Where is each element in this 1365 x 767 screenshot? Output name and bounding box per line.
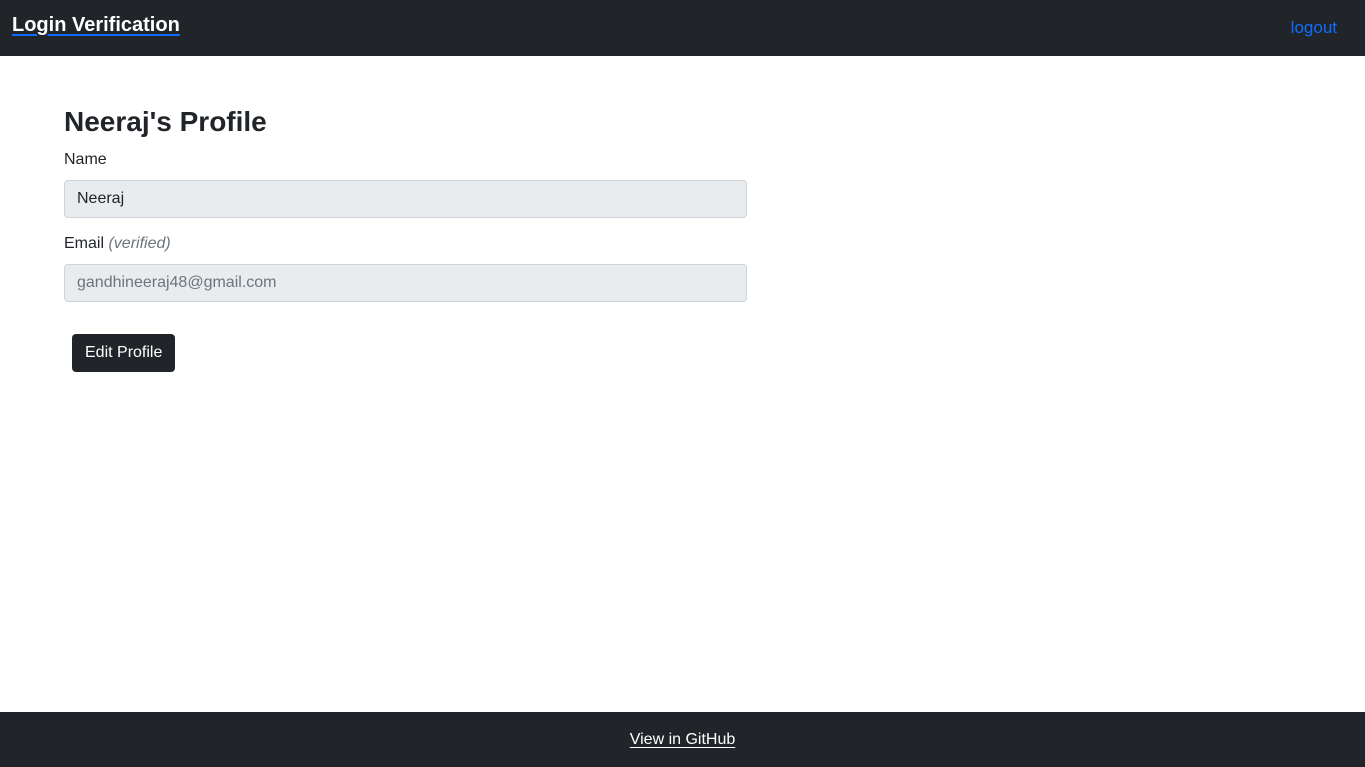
email-label: Email (verified)	[64, 234, 747, 254]
name-label: Name	[64, 150, 747, 170]
email-verified-note: (verified)	[108, 235, 171, 252]
name-field[interactable]	[64, 180, 747, 218]
page-title: Neeraj's Profile	[64, 106, 267, 137]
footer: View in GitHub	[0, 712, 1365, 767]
github-link[interactable]: View in GitHub	[630, 731, 736, 749]
edit-profile-button[interactable]: Edit Profile	[72, 334, 176, 372]
top-navbar: Login Verification logout	[0, 0, 1365, 56]
brand-link[interactable]: Login Verification	[12, 14, 180, 37]
email-label-text: Email	[64, 235, 105, 252]
logout-link[interactable]: logout	[1291, 18, 1337, 38]
profile-section: Neeraj's Profile Name Email (verified) E…	[64, 104, 747, 372]
name-label-text: Name	[64, 151, 107, 168]
email-field[interactable]	[64, 264, 747, 302]
